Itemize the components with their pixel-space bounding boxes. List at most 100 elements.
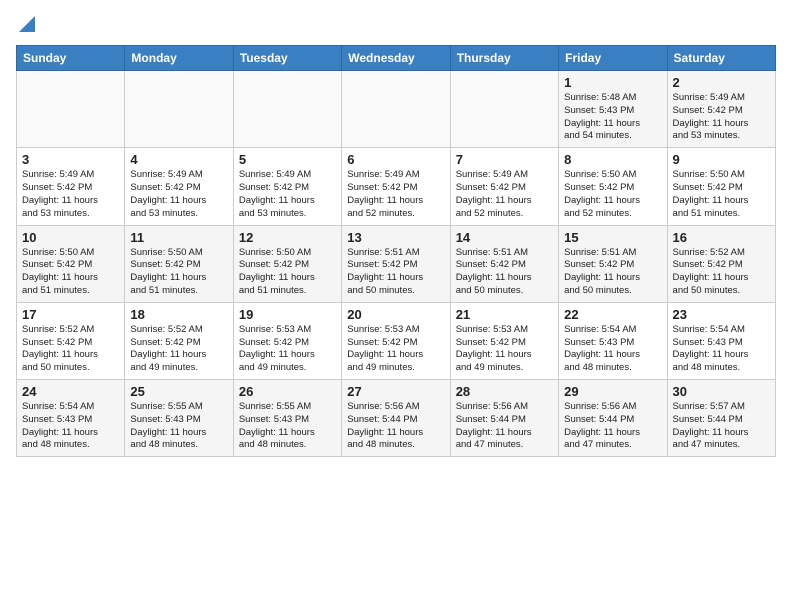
calendar-header-row: SundayMondayTuesdayWednesdayThursdayFrid… <box>17 46 776 71</box>
day-info-line: Daylight: 11 hours <box>239 272 336 285</box>
day-info-line: Sunrise: 5:52 AM <box>22 324 119 337</box>
logo <box>16 16 35 37</box>
day-info-line: Sunrise: 5:51 AM <box>564 247 661 260</box>
calendar-cell: 23Sunrise: 5:54 AMSunset: 5:43 PMDayligh… <box>667 302 775 379</box>
calendar-cell: 9Sunrise: 5:50 AMSunset: 5:42 PMDaylight… <box>667 148 775 225</box>
day-info-line: and 47 minutes. <box>673 439 770 452</box>
day-info-line: Daylight: 11 hours <box>673 427 770 440</box>
day-number: 30 <box>673 384 770 399</box>
calendar-cell <box>17 71 125 148</box>
day-number: 7 <box>456 152 553 167</box>
day-info-line: Sunset: 5:44 PM <box>673 414 770 427</box>
day-info-line: Sunset: 5:42 PM <box>347 182 444 195</box>
day-info-line: and 48 minutes. <box>22 439 119 452</box>
day-number: 5 <box>239 152 336 167</box>
day-info-line: Sunrise: 5:51 AM <box>456 247 553 260</box>
day-info-line: Sunset: 5:42 PM <box>347 259 444 272</box>
day-info-line: Sunrise: 5:49 AM <box>239 169 336 182</box>
day-info-line: and 48 minutes. <box>239 439 336 452</box>
day-number: 25 <box>130 384 227 399</box>
day-info-line: Sunset: 5:43 PM <box>130 414 227 427</box>
day-info-line: Sunrise: 5:53 AM <box>456 324 553 337</box>
day-number: 19 <box>239 307 336 322</box>
day-info-line: Sunset: 5:44 PM <box>347 414 444 427</box>
day-number: 14 <box>456 230 553 245</box>
day-info-line: and 52 minutes. <box>347 208 444 221</box>
day-info-line: Sunrise: 5:50 AM <box>239 247 336 260</box>
day-info-line: and 50 minutes. <box>347 285 444 298</box>
day-info-line: Sunset: 5:44 PM <box>564 414 661 427</box>
day-info-line: and 52 minutes. <box>456 208 553 221</box>
day-number: 6 <box>347 152 444 167</box>
calendar-week-row: 10Sunrise: 5:50 AMSunset: 5:42 PMDayligh… <box>17 225 776 302</box>
day-info-line: Sunrise: 5:50 AM <box>130 247 227 260</box>
column-header-wednesday: Wednesday <box>342 46 450 71</box>
day-info-line: and 51 minutes. <box>673 208 770 221</box>
calendar-cell: 16Sunrise: 5:52 AMSunset: 5:42 PMDayligh… <box>667 225 775 302</box>
day-info-line: Sunset: 5:42 PM <box>22 259 119 272</box>
day-info-line: Daylight: 11 hours <box>130 195 227 208</box>
day-info-line: Daylight: 11 hours <box>673 195 770 208</box>
calendar-cell: 10Sunrise: 5:50 AMSunset: 5:42 PMDayligh… <box>17 225 125 302</box>
day-info-line: and 50 minutes. <box>22 362 119 375</box>
calendar-cell: 13Sunrise: 5:51 AMSunset: 5:42 PMDayligh… <box>342 225 450 302</box>
calendar-cell: 30Sunrise: 5:57 AMSunset: 5:44 PMDayligh… <box>667 380 775 457</box>
day-info-line: Sunset: 5:42 PM <box>673 105 770 118</box>
day-info-line: Daylight: 11 hours <box>347 349 444 362</box>
calendar-cell <box>233 71 341 148</box>
day-info-line: Sunrise: 5:55 AM <box>130 401 227 414</box>
calendar-cell <box>342 71 450 148</box>
day-info-line: Sunrise: 5:49 AM <box>22 169 119 182</box>
day-number: 24 <box>22 384 119 399</box>
day-info-line: Daylight: 11 hours <box>22 427 119 440</box>
day-info-line: Sunset: 5:43 PM <box>564 105 661 118</box>
day-info-line: and 51 minutes. <box>130 285 227 298</box>
calendar-cell: 2Sunrise: 5:49 AMSunset: 5:42 PMDaylight… <box>667 71 775 148</box>
day-info-line: Sunset: 5:42 PM <box>456 259 553 272</box>
day-info-line: Daylight: 11 hours <box>239 427 336 440</box>
day-info-line: Daylight: 11 hours <box>22 272 119 285</box>
calendar-cell: 28Sunrise: 5:56 AMSunset: 5:44 PMDayligh… <box>450 380 558 457</box>
calendar-cell: 12 Sunrise: 5:50 AMSunset: 5:42 PMDayligh… <box>233 225 341 302</box>
calendar-cell: 17Sunrise: 5:52 AMSunset: 5:42 PMDayligh… <box>17 302 125 379</box>
day-info-line: Sunrise: 5:55 AM <box>239 401 336 414</box>
day-info-line: Daylight: 11 hours <box>239 349 336 362</box>
day-info-line: Sunset: 5:42 PM <box>239 259 336 272</box>
day-info-line: and 52 minutes. <box>564 208 661 221</box>
calendar-cell: 20Sunrise: 5:53 AMSunset: 5:42 PMDayligh… <box>342 302 450 379</box>
day-info-line: and 47 minutes. <box>564 439 661 452</box>
day-info-line: and 49 minutes. <box>130 362 227 375</box>
day-info-line: and 53 minutes. <box>673 130 770 143</box>
day-info-line: Daylight: 11 hours <box>130 427 227 440</box>
day-info-line: Sunrise: 5:52 AM <box>673 247 770 260</box>
day-info-line: Daylight: 11 hours <box>130 349 227 362</box>
day-info-line: Sunset: 5:43 PM <box>673 337 770 350</box>
calendar-cell: 25 Sunrise: 5:55 AMSunset: 5:43 PMDayligh… <box>125 380 233 457</box>
calendar-cell: 4Sunrise: 5:49 AMSunset: 5:42 PMDaylight… <box>125 148 233 225</box>
day-info-line: Sunset: 5:42 PM <box>22 182 119 195</box>
day-info-line: and 53 minutes. <box>22 208 119 221</box>
day-info-line: and 48 minutes. <box>130 439 227 452</box>
day-info-line: and 54 minutes. <box>564 130 661 143</box>
day-info-line: Sunset: 5:42 PM <box>239 182 336 195</box>
day-number: 12 <box>239 230 336 245</box>
day-info-line: and 51 minutes. <box>239 285 336 298</box>
day-number: 2 <box>673 75 770 90</box>
day-info-line: Daylight: 11 hours <box>22 349 119 362</box>
calendar-cell: 26Sunrise: 5:55 AMSunset: 5:43 PMDayligh… <box>233 380 341 457</box>
calendar-cell: 1Sunrise: 5:48 AMSunset: 5:43 PMDaylight… <box>559 71 667 148</box>
calendar-cell: 21Sunrise: 5:53 AMSunset: 5:42 PMDayligh… <box>450 302 558 379</box>
day-number: 20 <box>347 307 444 322</box>
day-info-line: Sunset: 5:42 PM <box>673 182 770 195</box>
day-info-line: and 50 minutes. <box>564 285 661 298</box>
day-number: 23 <box>673 307 770 322</box>
calendar-cell: 3Sunrise: 5:49 AMSunset: 5:42 PMDaylight… <box>17 148 125 225</box>
day-info-line: Sunrise: 5:56 AM <box>456 401 553 414</box>
calendar-cell: 8Sunrise: 5:50 AMSunset: 5:42 PMDaylight… <box>559 148 667 225</box>
calendar-cell: 5Sunrise: 5:49 AMSunset: 5:42 PMDaylight… <box>233 148 341 225</box>
logo-icon <box>19 16 35 32</box>
day-info-line: Daylight: 11 hours <box>564 118 661 131</box>
calendar-cell: 6Sunrise: 5:49 AMSunset: 5:42 PMDaylight… <box>342 148 450 225</box>
day-number: 21 <box>456 307 553 322</box>
day-info-line: Sunset: 5:42 PM <box>130 337 227 350</box>
